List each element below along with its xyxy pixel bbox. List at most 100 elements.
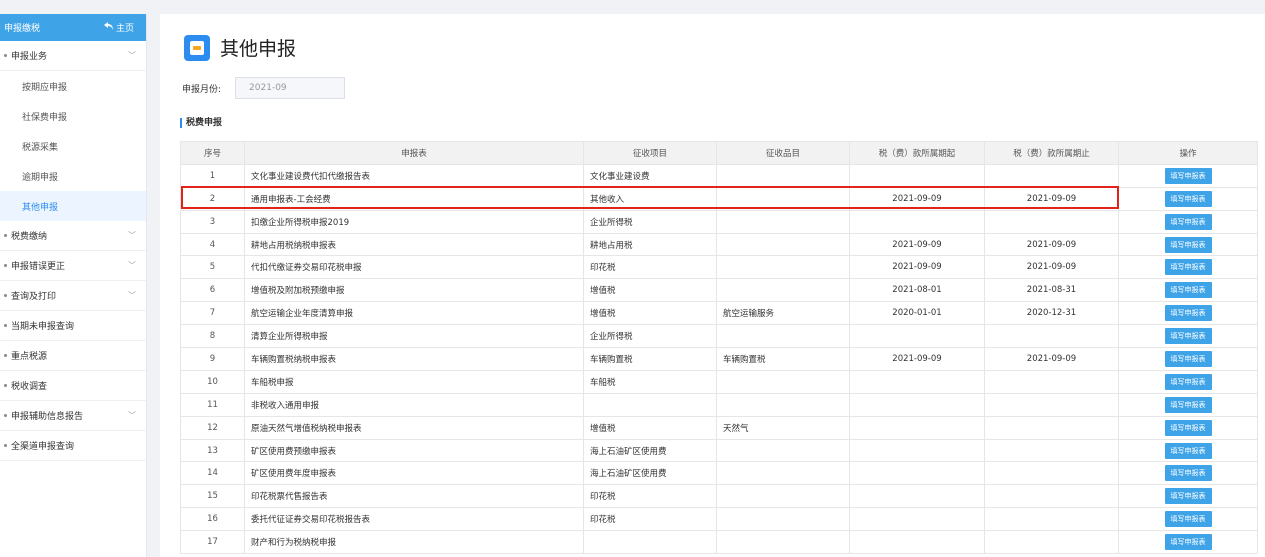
table-cell: 航空运输服务 — [716, 301, 850, 326]
chevron-down-icon: ﹀ — [128, 261, 136, 270]
fill-form-button[interactable]: 填写申报表 — [1164, 488, 1212, 505]
sidebar-group-label-wrap: 全渠道申报查询 — [4, 439, 74, 452]
table-cell — [716, 438, 850, 463]
sidebar-group-4[interactable]: 当期未申报查询 — [0, 311, 146, 341]
table-cell-action: 填写申报表 — [1118, 484, 1258, 509]
table-cell: 车辆购置税 — [583, 347, 717, 371]
table-cell: 文化事业建设费 — [583, 163, 717, 188]
table-cell: 车辆购置税纳税申报表 — [244, 347, 584, 371]
table-cell-action: 填写申报表 — [1118, 163, 1258, 188]
chevron-down-icon: ﹀ — [128, 411, 136, 420]
table-cell — [716, 392, 850, 417]
table-cell: 文化事业建设费代扣代缴报告表 — [244, 163, 584, 188]
table-cell: 2021-09-09 — [984, 232, 1119, 257]
table-row: 10 车船税申报 车船税 填写申报表 — [180, 369, 1258, 394]
table-cell: 13 — [180, 438, 245, 463]
table-cell-action: 填写申报表 — [1118, 255, 1258, 280]
table-row: 1 文化事业建设费代扣代缴报告表 文化事业建设费 填写申报表 — [180, 163, 1258, 188]
table-cell — [716, 507, 850, 532]
fill-form-button[interactable]: 填写申报表 — [1164, 305, 1212, 322]
table-cell: 3 — [180, 209, 245, 234]
table-header-row: 序号 申报表 征收项目 征收品目 税（费）款所属期起 税（费）款所属期止 操作 — [180, 141, 1258, 165]
table-cell-action: 填写申报表 — [1118, 209, 1258, 234]
fill-form-button[interactable]: 填写申报表 — [1164, 167, 1212, 184]
table-cell: 2021-09-09 — [984, 186, 1119, 211]
fill-form-button[interactable]: 填写申报表 — [1164, 396, 1212, 413]
sidebar-group-label: 申报错误更正 — [11, 262, 66, 272]
table-row: 7 航空运输企业年度清算申报 增值税 航空运输服务 2020-01-01 2020-12-… — [180, 301, 1258, 326]
sidebar-group-label: 重点税源 — [11, 352, 48, 362]
sidebar-group-3[interactable]: 查询及打印 ﹀ — [0, 281, 146, 311]
table-cell — [716, 324, 850, 349]
table-cell — [716, 209, 850, 234]
table-cell — [849, 392, 985, 417]
column-header: 申报表 — [244, 141, 584, 165]
table-row: 6 增值税及附加税预缴申报 增值税 2021-08-01 2021-08-31 填写申报表 — [180, 278, 1258, 303]
section-title: 税费申报 — [180, 118, 222, 128]
table-cell: 原油天然气增值税纳税申报表 — [244, 415, 584, 440]
sidebar-group-5[interactable]: 重点税源 — [0, 341, 146, 371]
table-row: 5 代扣代缴证券交易印花税申报 印花税 2021-09-09 2021-09-09 填写申… — [180, 255, 1258, 280]
sidebar-group-label-wrap: 申报业务 — [4, 49, 47, 62]
report-icon — [184, 34, 210, 61]
table-cell: 2021-08-31 — [984, 278, 1119, 303]
table-row: 4 耕地占用税纳税申报表 耕地占用税 2021-09-09 2021-09-09 填写申报… — [180, 232, 1258, 257]
fill-form-button[interactable]: 填写申报表 — [1164, 282, 1212, 299]
table-cell: 矿区使用费年度申报表 — [244, 461, 584, 486]
sidebar-group-7[interactable]: 申报辅助信息报告 ﹀ — [0, 401, 146, 431]
table-cell — [716, 255, 850, 280]
home-link[interactable]: 主页 — [103, 21, 134, 34]
table-cell — [849, 324, 985, 349]
home-label: 主页 — [115, 24, 134, 34]
sidebar-item-2[interactable]: 税源采集 — [0, 131, 146, 161]
table-cell — [716, 163, 850, 188]
fill-form-button[interactable]: 填写申报表 — [1164, 213, 1212, 230]
bullet-icon — [4, 294, 7, 297]
sidebar-item-3[interactable]: 逾期申报 — [0, 161, 146, 191]
fill-form-button[interactable]: 填写申报表 — [1164, 534, 1212, 551]
fill-form-button[interactable]: 填写申报表 — [1164, 259, 1212, 276]
fill-form-button[interactable]: 填写申报表 — [1164, 511, 1212, 528]
table-cell: 16 — [180, 507, 245, 532]
fill-form-button[interactable]: 填写申报表 — [1164, 442, 1212, 459]
sidebar: 申报缴税 主页 申报业务 ﹀ 按期应申报 社保费申报 税源采集 逾期申报 其他申报 税费缴纳 ﹀… — [0, 14, 147, 557]
table-cell: 4 — [180, 232, 245, 257]
table-cell: 耕地占用税纳税申报表 — [244, 232, 584, 257]
table-cell — [984, 530, 1119, 555]
sidebar-item-1[interactable]: 社保费申报 — [0, 101, 146, 131]
bullet-icon — [4, 354, 7, 357]
sidebar-group-6[interactable]: 税收调查 — [0, 371, 146, 401]
table-cell-action: 填写申报表 — [1118, 507, 1258, 532]
fill-form-button[interactable]: 填写申报表 — [1164, 236, 1212, 253]
month-input[interactable]: 2021-09 — [235, 77, 346, 99]
table-cell — [984, 461, 1119, 486]
sidebar-group-8[interactable]: 全渠道申报查询 — [0, 431, 146, 461]
fill-form-button[interactable]: 填写申报表 — [1164, 328, 1212, 345]
sidebar-group-1[interactable]: 税费缴纳 ﹀ — [0, 221, 146, 251]
table-cell — [716, 186, 850, 211]
fill-form-button[interactable]: 填写申报表 — [1164, 419, 1212, 436]
table-cell-action: 填写申报表 — [1118, 369, 1258, 394]
table-row: 13 矿区使用费预缴申报表 海上石油矿区使用费 填写申报表 — [180, 438, 1258, 463]
column-header: 征收品目 — [716, 141, 850, 165]
fill-form-button[interactable]: 填写申报表 — [1164, 190, 1212, 207]
table-cell — [849, 438, 985, 463]
sidebar-item-4[interactable]: 其他申报 — [0, 191, 146, 221]
sidebar-item-0[interactable]: 按期应申报 — [0, 71, 146, 101]
fill-form-button[interactable]: 填写申报表 — [1164, 350, 1212, 367]
table-cell — [984, 438, 1119, 463]
table-cell — [984, 392, 1119, 417]
fill-form-button[interactable]: 填写申报表 — [1164, 373, 1212, 390]
table-cell: 8 — [180, 324, 245, 349]
table-cell-action: 填写申报表 — [1118, 232, 1258, 257]
table-cell — [716, 278, 850, 303]
sidebar-group-2[interactable]: 申报错误更正 ﹀ — [0, 251, 146, 281]
table-cell: 2 — [180, 186, 245, 211]
sidebar-group-0[interactable]: 申报业务 ﹀ — [0, 41, 146, 71]
table-cell — [984, 369, 1119, 394]
table-cell: 航空运输企业年度清算申报 — [244, 301, 584, 326]
table-cell: 14 — [180, 461, 245, 486]
table-cell-action: 填写申报表 — [1118, 415, 1258, 440]
fill-form-button[interactable]: 填写申报表 — [1164, 465, 1212, 482]
table-cell: 2021-09-09 — [984, 347, 1119, 371]
